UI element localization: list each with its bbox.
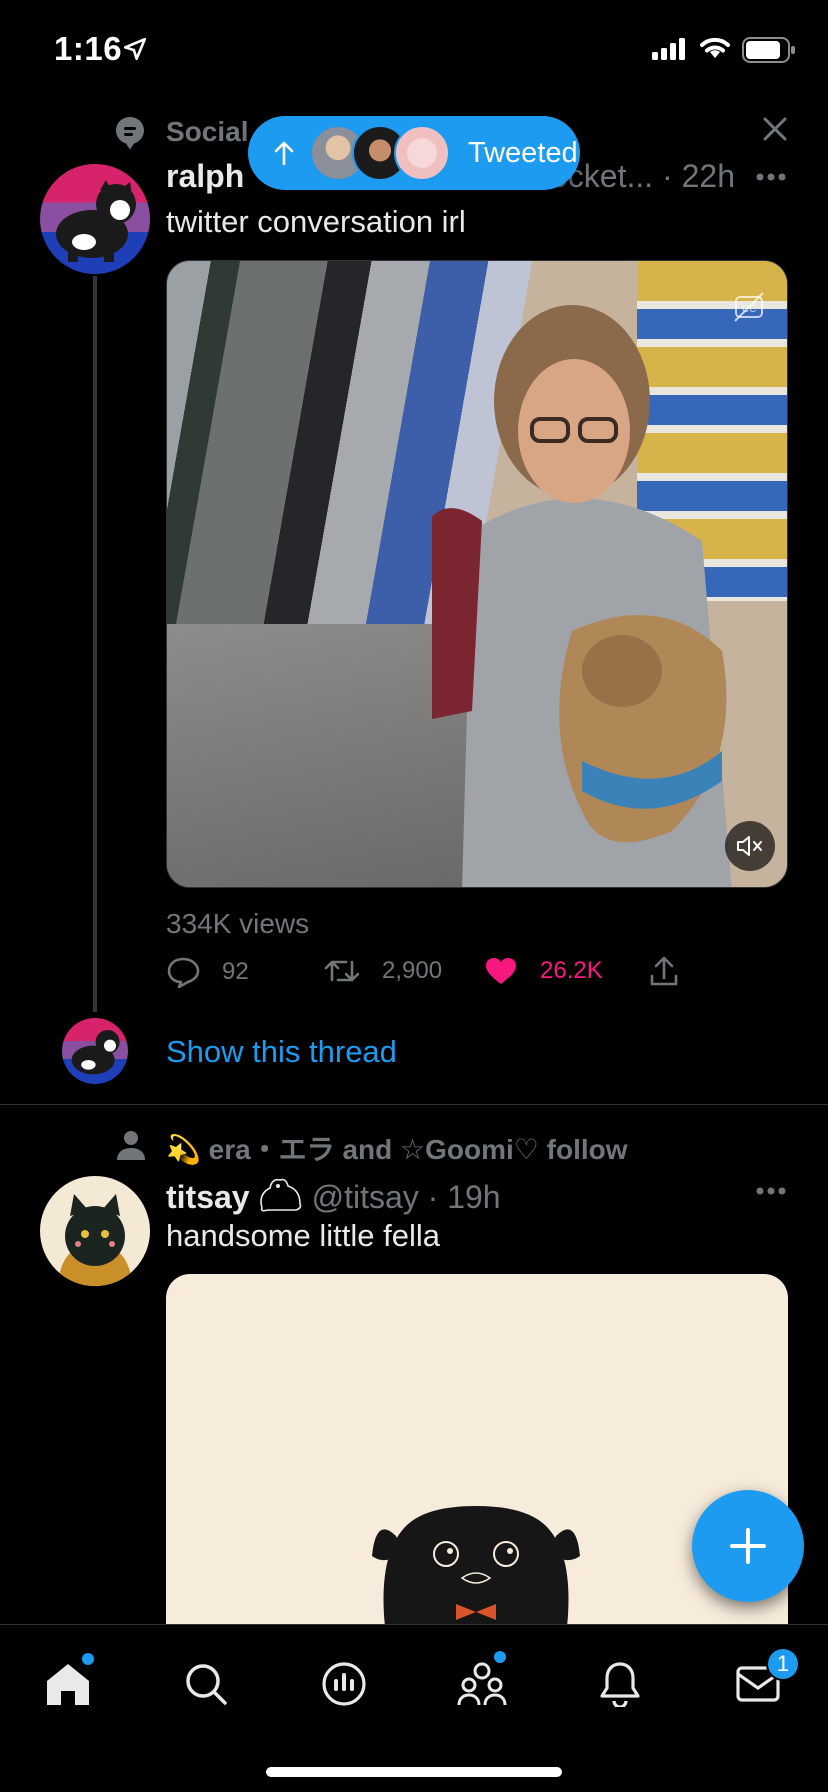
view-count: 334K views [166,908,310,939]
communities-icon [457,1662,507,1706]
retweet-count: 2,900 [382,957,443,984]
share-button[interactable] [648,956,680,988]
tab-notifications[interactable] [580,1649,660,1719]
tab-home[interactable] [28,1649,108,1719]
reply-icon [167,957,200,988]
reply-button[interactable]: 92 [166,956,249,988]
tweet-video[interactable]: CC [166,260,788,888]
heart-filled-icon [486,958,516,984]
video-subject [432,305,732,887]
tab-communities[interactable] [442,1649,522,1719]
show-thread-link[interactable]: Show this thread [166,1034,397,1070]
home-indicator[interactable] [266,1767,562,1777]
cellular-signal-icon [652,38,685,60]
social-context[interactable]: Social [166,116,248,148]
topic-icon [116,117,144,150]
battery-icon [742,37,795,63]
share-icon [650,956,678,986]
like-button[interactable]: 26.2K [484,956,603,986]
reply-count: 92 [222,958,249,985]
follow-context[interactable]: 💫 era・エラ and ☆Goomi♡ follow [166,1128,628,1168]
tab-search[interactable] [166,1649,246,1719]
volume-muted-icon [737,836,762,856]
close-icon[interactable] [762,116,788,142]
mute-button[interactable] [725,821,775,871]
author-name[interactable]: ralph [166,158,244,195]
bottom-tab-bar: 1 [0,1624,828,1792]
pill-avatar [394,125,450,181]
messages-badge: 1 [766,1647,800,1681]
retweet-icon [324,960,360,982]
compose-tweet-button[interactable] [692,1490,804,1602]
retweet-button[interactable]: 2,900 [324,956,442,986]
tab-messages[interactable]: 1 [718,1647,800,1719]
tab-spaces[interactable] [304,1649,384,1719]
spaces-icon [322,1662,366,1706]
search-icon [186,1664,227,1705]
tweet-divider [0,1104,828,1105]
thread-line [93,276,97,1012]
author-handle[interactable]: @titsay · 19h [312,1179,501,1215]
tweet-time: 22h [681,158,735,194]
pill-label: Tweeted [468,136,578,169]
pug-illustration [372,1506,580,1634]
avatar[interactable] [40,1176,150,1286]
status-time: 1:16 [54,30,123,67]
tweet-image[interactable] [166,1274,788,1634]
plus-icon [730,1528,766,1564]
tweet-header: titsay @titsay · 19h [166,1174,501,1216]
more-options-icon[interactable] [756,172,786,182]
thread-avatar[interactable] [62,1018,128,1084]
tweet-actions: 92 2,900 26.2K [166,956,696,996]
tweet-text: handsome little fella [166,1218,440,1253]
location-arrow-icon [123,37,147,61]
status-bar: 1:16 [0,0,828,100]
bell-icon [600,1662,640,1707]
home-notification-dot [82,1653,94,1665]
new-tweets-pill[interactable]: Tweeted [248,116,580,190]
tweet-time: 19h [447,1179,501,1215]
captions-icon[interactable]: CC [733,291,765,323]
author-name[interactable]: titsay [166,1179,250,1215]
person-icon [117,1131,145,1160]
wifi-icon [700,37,730,58]
more-options-icon[interactable] [756,1186,786,1196]
home-icon [47,1664,89,1705]
avatar[interactable] [40,164,150,274]
arrow-up-icon [274,141,294,166]
like-count: 26.2K [540,957,603,984]
tweet-text: twitter conversation irl [166,204,466,239]
communities-notification-dot [494,1651,506,1663]
frog-emoji-icon [259,1178,301,1212]
